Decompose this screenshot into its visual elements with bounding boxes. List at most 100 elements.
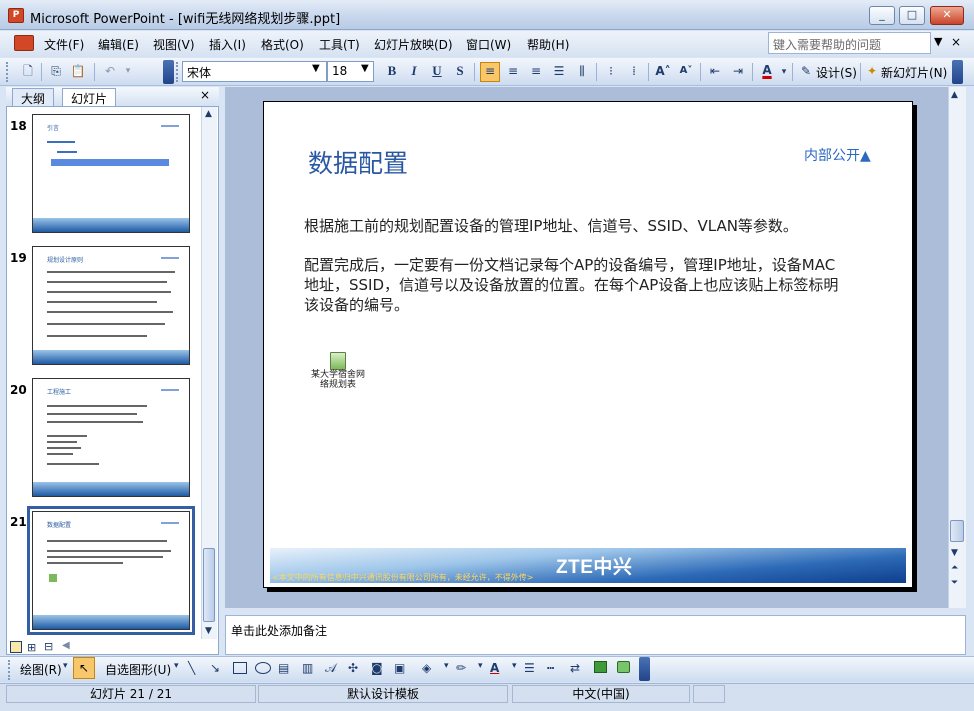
scrollbar-thumb[interactable]	[203, 548, 215, 622]
underline-button[interactable]: U	[429, 63, 445, 79]
scroll-up-icon[interactable]: ▲	[205, 109, 212, 119]
slide-body-paragraph[interactable]: 根据施工前的规划配置设备的管理IP地址、信道号、SSID、VLAN等参数。	[304, 216, 844, 236]
slide-thumbnail-20[interactable]: 工程施工	[32, 378, 190, 497]
toolbar-overflow-button[interactable]	[639, 657, 650, 681]
scroll-up-icon[interactable]: ▲	[951, 90, 958, 100]
chevron-down-icon[interactable]: ▼	[312, 63, 320, 74]
help-search-input[interactable]: 键入需要帮助的问题	[768, 32, 931, 54]
menu-insert[interactable]: 插入(I)	[209, 36, 246, 53]
textbox-icon[interactable]: ▤	[278, 661, 289, 675]
justify-icon[interactable]: ☰	[551, 63, 567, 79]
clipart-icon[interactable]: ◙	[371, 661, 383, 675]
slide-title[interactable]: 数据配置	[308, 144, 408, 180]
chevron-down-icon[interactable]: ▾	[512, 661, 517, 671]
design-icon[interactable]: ✎	[798, 63, 814, 79]
scroll-down-icon[interactable]: ▼	[951, 548, 958, 558]
embedded-object-label[interactable]: 某大学宿舍网络规划表	[307, 370, 369, 390]
toolbar-overflow-button[interactable]	[163, 60, 174, 84]
line-style-icon[interactable]: ☰	[524, 661, 535, 675]
new-slide-icon[interactable]: ✦	[864, 63, 880, 79]
numbering-icon[interactable]: ⁝	[603, 63, 619, 79]
shadow-style-icon[interactable]	[594, 661, 607, 673]
font-color-button[interactable]: A	[490, 661, 499, 675]
3d-style-icon[interactable]	[617, 661, 630, 673]
toolbar-grip[interactable]	[176, 62, 179, 82]
slide-thumbnail-19[interactable]: 规划设计原则	[32, 246, 190, 365]
slide-sorter-icon[interactable]: ⊞	[27, 641, 36, 654]
line-icon[interactable]: ╲	[188, 661, 195, 675]
minimize-button[interactable]: _	[869, 6, 895, 25]
slideshow-icon[interactable]: ⊟	[44, 640, 53, 653]
notes-placeholder[interactable]: 单击此处添加备注	[231, 622, 327, 639]
font-color-button[interactable]: A	[759, 62, 775, 78]
pane-close-button[interactable]: ×	[200, 88, 210, 102]
oval-icon[interactable]	[255, 662, 271, 674]
menu-tools[interactable]: 工具(T)	[319, 36, 360, 53]
menu-edit[interactable]: 编辑(E)	[98, 36, 139, 53]
dash-style-icon[interactable]: ┅	[547, 661, 554, 675]
autoshapes-menu-button[interactable]: 自选图形(U)	[105, 661, 171, 678]
chevron-down-icon[interactable]: ▾	[120, 63, 136, 79]
vertical-textbox-icon[interactable]: ▥	[302, 661, 313, 675]
bold-button[interactable]: B	[384, 63, 400, 79]
new-slide-button[interactable]: 新幻灯片(N)	[881, 64, 947, 81]
toolbar-grip[interactable]	[8, 660, 11, 680]
next-slide-icon[interactable]: ⏷	[951, 578, 958, 588]
menu-window[interactable]: 窗口(W)	[466, 36, 511, 53]
menu-view[interactable]: 视图(V)	[153, 36, 195, 53]
normal-view-icon[interactable]	[10, 641, 22, 653]
arrow-icon[interactable]: ↘	[210, 661, 220, 675]
fill-color-icon[interactable]: ◈	[422, 661, 431, 675]
close-button[interactable]: ✕	[930, 6, 964, 25]
chevron-down-icon[interactable]: ▾	[478, 661, 483, 671]
copy-icon[interactable]: ⎘	[48, 63, 64, 79]
line-color-icon[interactable]: ✏	[456, 661, 466, 675]
distribute-icon[interactable]: ⫼	[574, 63, 590, 79]
template-name[interactable]: 默认设计模板	[258, 685, 508, 703]
scroll-left-icon[interactable]: ◀	[62, 640, 70, 651]
increase-indent-icon[interactable]: ⇥	[730, 63, 746, 79]
undo-icon[interactable]: ↶	[102, 63, 118, 79]
toolbar-overflow-button[interactable]	[952, 60, 963, 84]
decrease-indent-icon[interactable]: ⇤	[707, 63, 723, 79]
document-close-button[interactable]: ×	[951, 35, 961, 49]
draw-menu-button[interactable]: 绘图(R)	[20, 661, 62, 678]
tab-outline[interactable]: 大纲	[12, 88, 55, 106]
scrollbar-thumb[interactable]	[950, 520, 964, 542]
toolbar-grip[interactable]	[6, 62, 9, 82]
powerpoint-app-icon[interactable]: P	[8, 8, 24, 23]
menu-help[interactable]: 帮助(H)	[527, 36, 569, 53]
bullets-icon[interactable]: ⁞	[626, 63, 642, 79]
document-icon[interactable]	[14, 35, 34, 51]
align-right-icon[interactable]: ≡	[528, 63, 544, 79]
tab-slides[interactable]: 幻灯片	[62, 88, 117, 106]
chevron-down-icon[interactable]: ▾	[174, 661, 179, 671]
increase-font-icon[interactable]: A˄	[655, 63, 671, 79]
scroll-down-icon[interactable]: ▼	[205, 626, 212, 636]
font-family-select[interactable]: 宋体	[182, 61, 327, 82]
notes-pane[interactable]	[225, 615, 966, 655]
arrow-style-icon[interactable]: ⇄	[570, 661, 580, 675]
rectangle-icon[interactable]	[233, 662, 247, 674]
slide-body-paragraph[interactable]: 配置完成后，一定要有一份文档记录每个AP的设备编号，管理IP地址，设备MAC地址…	[304, 255, 844, 315]
diagram-icon[interactable]: ✣	[348, 661, 358, 675]
italic-button[interactable]: I	[406, 63, 422, 79]
excel-file-icon[interactable]	[330, 352, 346, 370]
chevron-down-icon[interactable]: ▾	[444, 661, 449, 671]
previous-slide-icon[interactable]: ⏶	[951, 563, 958, 573]
align-left-icon[interactable]: ≡	[480, 62, 500, 82]
menu-format[interactable]: 格式(O)	[261, 36, 304, 53]
slide-thumbnail-21[interactable]: 数据配置	[27, 506, 195, 635]
new-document-icon[interactable]: 🗋	[20, 63, 36, 79]
maximize-button[interactable]: □	[899, 6, 925, 25]
slide-thumbnail-18[interactable]: 引言	[32, 114, 190, 233]
decrease-font-icon[interactable]: A˅	[678, 63, 694, 79]
menu-file[interactable]: 文件(F)	[44, 36, 84, 53]
shadow-button[interactable]: S	[452, 63, 468, 79]
menu-slideshow[interactable]: 幻灯片放映(D)	[374, 36, 453, 53]
wordart-icon[interactable]: 𝒜	[325, 661, 336, 676]
chevron-down-icon[interactable]: ▼	[361, 63, 369, 74]
picture-icon[interactable]: ▣	[394, 661, 405, 675]
design-button[interactable]: 设计(S)	[816, 64, 857, 81]
align-center-icon[interactable]: ≡	[505, 63, 521, 79]
